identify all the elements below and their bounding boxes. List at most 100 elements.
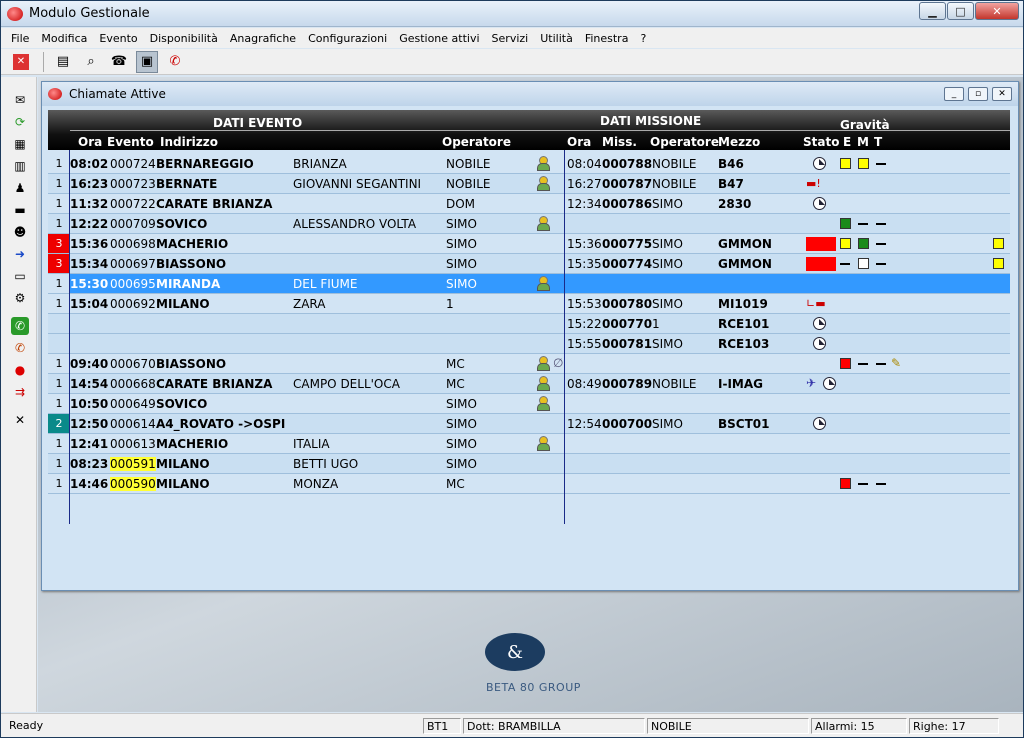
table-row[interactable]: 3 15:34 000697 BIASSONO SIMO 15:35 00077…	[48, 254, 1010, 274]
clock-icon	[823, 377, 836, 390]
menu-anagrafiche[interactable]: Anagrafiche	[230, 32, 296, 45]
cell-ora: 14:54	[70, 377, 109, 391]
form-icon[interactable]: ▭	[11, 267, 29, 285]
table-row[interactable]: 3 15:36 000698 MACHERIO SIMO 15:36 00077…	[48, 234, 1010, 254]
user-icon	[536, 356, 550, 371]
user-icon[interactable]: ☻	[11, 223, 29, 241]
table-row[interactable]: 2 12:50 000614 A4_ROVATO ->OSPI SIMO 12:…	[48, 414, 1010, 434]
table-row[interactable]: 1 12:41 000613 MACHERIO ITALIA SIMO	[48, 434, 1010, 454]
child-restore-button[interactable]: ▫	[968, 87, 988, 101]
table-row[interactable]: 1 09:40 000670 BIASSONO MC ∅ ✎	[48, 354, 1010, 374]
table-row[interactable]: 1 08:02 000724 BERNAREGGIO BRIANZA NOBIL…	[48, 154, 1010, 174]
header-ora[interactable]: Ora	[78, 135, 102, 149]
cell-operatore-missione: SIMO	[652, 417, 683, 431]
ambulance-alert-icon: ▬!	[806, 177, 821, 190]
exit-icon[interactable]: ✕	[13, 53, 29, 70]
child-title-bar: Chiamate Attive _ ▫ ✕	[42, 82, 1018, 106]
table-row[interactable]: 1 10:50 000649 SOVICO SIMO	[48, 394, 1010, 414]
cell-ora: 11:32	[70, 197, 109, 211]
menu-disponibilita[interactable]: Disponibilità	[150, 32, 218, 45]
priority-cell: 3	[48, 254, 70, 273]
cell-mezzo: GMMON	[718, 237, 772, 251]
table-row[interactable]: 15:22 000770 1 RCE101	[48, 314, 1010, 334]
phone-call-icon[interactable]: ✆	[11, 339, 29, 357]
cell-evento: 000613	[110, 437, 156, 451]
map-pin-icon[interactable]: ●	[11, 361, 29, 379]
cell-localita: MACHERIO	[156, 437, 229, 451]
priority-cell: 1	[55, 297, 63, 310]
menu-help[interactable]: ?	[640, 32, 646, 45]
gravity-t-dash	[876, 363, 886, 365]
child-title: Chiamate Attive	[69, 87, 166, 101]
calendar-icon[interactable]: ▦	[11, 135, 29, 153]
search-map-icon[interactable]: ⌕	[80, 51, 102, 73]
table-row[interactable]: 1 14:46 000590 MILANO MONZA MC	[48, 474, 1010, 494]
header-ora-missione[interactable]: Ora	[567, 135, 591, 149]
menu-file[interactable]: File	[11, 32, 29, 45]
child-close-button[interactable]: ✕	[992, 87, 1012, 101]
hangup-icon[interactable]: ✆	[164, 51, 186, 73]
table-row[interactable]: 1 14:54 000668 CARATE BRIANZA CAMPO DELL…	[48, 374, 1010, 394]
phone-icon[interactable]: ☎	[108, 51, 130, 73]
maximize-button[interactable]: □	[947, 2, 974, 20]
menu-gestione-attivi[interactable]: Gestione attivi	[399, 32, 479, 45]
cell-ora: 15:30	[70, 277, 109, 291]
header-t[interactable]: T	[874, 135, 882, 149]
table-row[interactable]: 15:55 000781 SIMO RCE103	[48, 334, 1010, 354]
cell-operatore-missione: NOBILE	[652, 377, 697, 391]
menu-finestra[interactable]: Finestra	[585, 32, 629, 45]
table-row[interactable]: 1 16:23 000723 BERNATE GIOVANNI SEGANTIN…	[48, 174, 1010, 194]
monitor-icon[interactable]: ▣	[136, 50, 158, 73]
cell-localita: BERNAREGGIO	[156, 157, 254, 171]
cell-ora: 12:50	[70, 417, 109, 431]
gravity-e-green	[840, 218, 851, 229]
beta80-logo: &	[485, 633, 545, 671]
menu-configurazioni[interactable]: Configurazioni	[308, 32, 387, 45]
header-e[interactable]: E	[843, 135, 851, 149]
gear-person-icon[interactable]: ⚙	[11, 289, 29, 307]
new-event-icon[interactable]: ✉	[11, 91, 29, 109]
table-row[interactable]: 1 15:04 000692 MILANO ZARA 1 15:53 00078…	[48, 294, 1010, 314]
cell-missione: 000789	[602, 377, 653, 391]
menu-bar: File Modifica Evento Disponibilità Anagr…	[1, 28, 1023, 48]
header-stato[interactable]: Stato	[803, 135, 839, 149]
refresh-icon[interactable]: ⟳	[11, 113, 29, 131]
header-m[interactable]: M	[857, 135, 869, 149]
building-icon[interactable]: ▥	[11, 157, 29, 175]
main-window: Modulo Gestionale ▁ □ ✕ File Modifica Ev…	[0, 0, 1024, 738]
user-icon	[536, 376, 550, 391]
cell-via: BETTI UGO	[293, 457, 359, 471]
table-row[interactable]: 1 11:32 000722 CARATE BRIANZA DOM 12:34 …	[48, 194, 1010, 214]
menu-modifica[interactable]: Modifica	[41, 32, 87, 45]
arrow-right-icon[interactable]: ➜	[11, 245, 29, 263]
stamp-icon[interactable]: ♟	[11, 179, 29, 197]
close-x-icon[interactable]: ✕	[11, 411, 29, 429]
cell-ora: 16:23	[70, 177, 109, 191]
header-operatore-missione[interactable]: Operatore	[650, 135, 719, 149]
header-operatore[interactable]: Operatore	[442, 135, 511, 149]
phone-green-icon[interactable]: ✆	[11, 317, 29, 335]
cell-mezzo: I-IMAG	[718, 377, 763, 391]
table-row[interactable]: 1 12:22 000709 SOVICO ALESSANDRO VOLTA S…	[48, 214, 1010, 234]
list-icon[interactable]: ▤	[52, 51, 74, 73]
table-row-selected[interactable]: 1 15:30 000695 MIRANDA DEL FIUME SIMO	[48, 274, 1010, 294]
cell-via: ZARA	[293, 297, 326, 311]
header-indirizzo[interactable]: Indirizzo	[160, 135, 218, 149]
close-button[interactable]: ✕	[975, 2, 1019, 20]
minimize-button[interactable]: ▁	[919, 2, 946, 20]
header-evento[interactable]: Evento	[107, 135, 154, 149]
header-miss[interactable]: Miss.	[602, 135, 637, 149]
table-row[interactable]: 1 08:23 000591 MILANO BETTI UGO SIMO	[48, 454, 1010, 474]
cell-ora: 08:23	[70, 457, 109, 471]
menu-evento[interactable]: Evento	[99, 32, 137, 45]
child-minimize-button[interactable]: _	[944, 87, 964, 101]
toolbar: ✕ ▤ ⌕ ☎ ▣ ✆	[1, 49, 1023, 75]
cell-localita: MILANO	[156, 297, 210, 311]
cell-evento: 000668	[110, 377, 156, 391]
menu-servizi[interactable]: Servizi	[492, 32, 529, 45]
cell-via: BRIANZA	[293, 157, 347, 171]
vehicle-icon[interactable]: ⇉	[11, 383, 29, 401]
header-mezzo[interactable]: Mezzo	[718, 135, 760, 149]
menu-utilita[interactable]: Utilità	[540, 32, 573, 45]
ambulance-icon[interactable]: ▬	[11, 201, 29, 219]
